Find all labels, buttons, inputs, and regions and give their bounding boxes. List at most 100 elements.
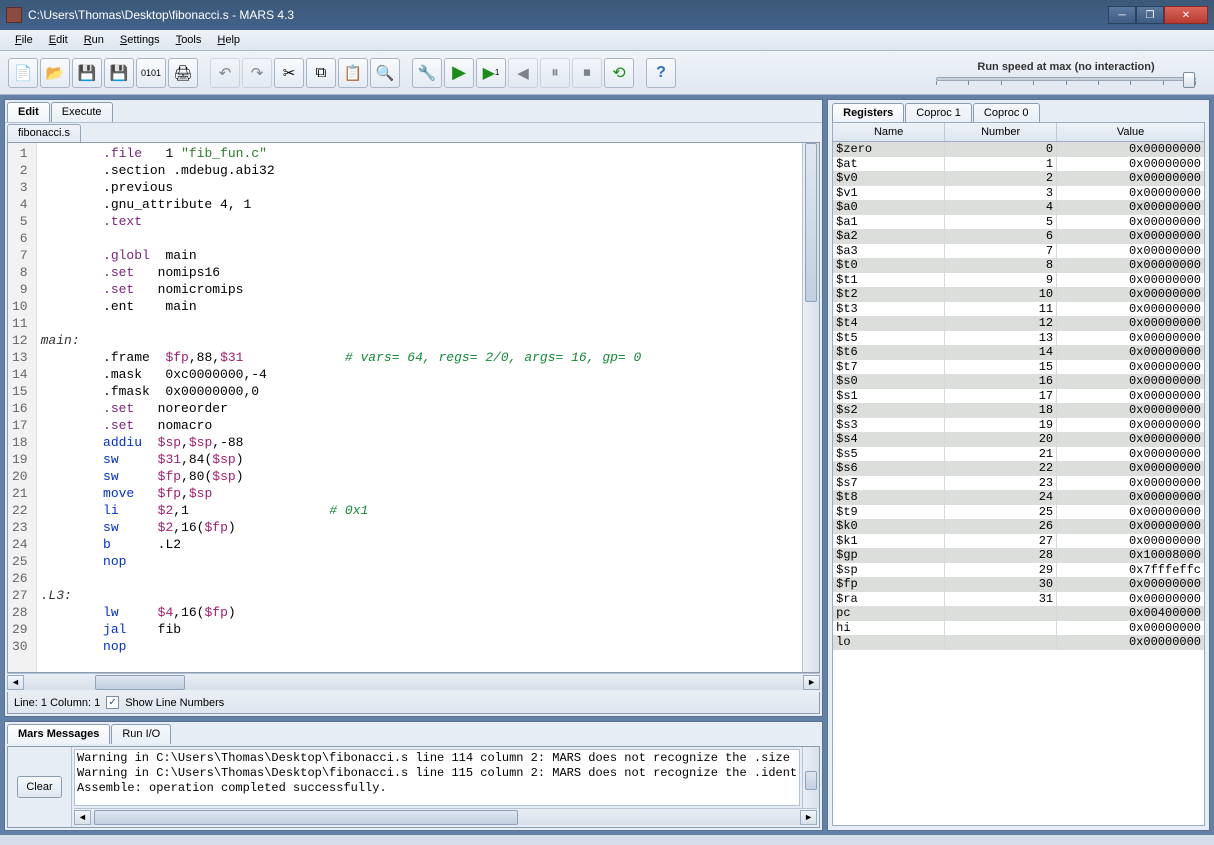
tab-edit[interactable]: Edit [7,102,50,122]
register-row[interactable]: $t6140x00000000 [833,345,1204,360]
register-row[interactable]: $t7150x00000000 [833,360,1204,375]
help-button[interactable]: ? [646,58,676,88]
register-row[interactable]: $s1170x00000000 [833,389,1204,404]
register-row[interactable]: $k0260x00000000 [833,519,1204,534]
open-file-button[interactable]: 📂 [40,58,70,88]
clear-button[interactable]: Clear [17,776,61,798]
code-editor[interactable]: 1 2 3 4 5 6 7 8 9 10 11 12 13 14 15 16 1… [8,143,819,672]
messages-hscroll[interactable]: ◄ ► [74,808,817,825]
register-row[interactable]: $s4200x00000000 [833,432,1204,447]
register-row[interactable]: $fp300x00000000 [833,577,1204,592]
vscroll-thumb[interactable] [805,143,817,302]
register-row[interactable]: $sp290x7fffeffc [833,563,1204,578]
register-row[interactable]: $t9250x00000000 [833,505,1204,520]
code-text[interactable]: .file 1 "fib_fun.c" .section .mdebug.abi… [37,143,803,672]
register-row[interactable]: $a260x00000000 [833,229,1204,244]
register-row[interactable]: $v020x00000000 [833,171,1204,186]
file-tab[interactable]: fibonacci.s [7,124,81,142]
redo-button[interactable]: ↷ [242,58,272,88]
print-button[interactable]: 🖨 [168,58,198,88]
hscroll-thumb[interactable] [95,675,185,690]
register-row[interactable]: $t2100x00000000 [833,287,1204,302]
line-gutter: 1 2 3 4 5 6 7 8 9 10 11 12 13 14 15 16 1… [8,143,37,672]
message-text[interactable]: Warning in C:\Users\Thomas\Desktop\fibon… [74,749,800,806]
save-button[interactable]: 💾 [72,58,102,88]
save-as-button[interactable]: 💾 [104,58,134,88]
cut-button[interactable]: ✂ [274,58,304,88]
register-row[interactable]: hi0x00000000 [833,621,1204,636]
register-row[interactable]: $v130x00000000 [833,186,1204,201]
register-row[interactable]: $s5210x00000000 [833,447,1204,462]
run-button[interactable]: ▶ [444,58,474,88]
register-row[interactable]: $gp280x10008000 [833,548,1204,563]
minimize-button[interactable]: ─ [1108,6,1136,24]
stop-button[interactable]: ⏹ [572,58,602,88]
hscroll-right[interactable]: ► [803,675,820,690]
hscroll-left[interactable]: ◄ [7,675,24,690]
tab-registers[interactable]: Registers [832,103,904,122]
tab-coproc0[interactable]: Coproc 0 [973,103,1040,122]
msg-hscroll-thumb[interactable] [94,810,518,825]
run-step-button[interactable]: ▶1 [476,58,506,88]
slider-thumb[interactable] [1183,72,1195,88]
undo-button[interactable]: ↶ [210,58,240,88]
editor-panel: Edit Execute fibonacci.s 1 2 3 4 5 6 7 8… [4,99,823,717]
register-row[interactable]: $zero00x00000000 [833,142,1204,157]
menu-tools[interactable]: Tools [169,32,209,48]
registers-panel: Registers Coproc 1 Coproc 0 Name Number … [827,99,1210,831]
show-line-numbers-checkbox[interactable]: ✓ [106,696,119,709]
maximize-button[interactable]: ❐ [1136,6,1164,24]
register-row[interactable]: $ra310x00000000 [833,592,1204,607]
tab-execute[interactable]: Execute [51,102,113,122]
messages-vscroll[interactable] [802,747,819,808]
col-name[interactable]: Name [833,123,945,141]
find-button[interactable]: 🔍 [370,58,400,88]
dump-memory-button[interactable]: 0101 [136,58,166,88]
messages-panel: Mars Messages Run I/O Clear Warning in C… [4,721,823,831]
register-row[interactable]: lo0x00000000 [833,635,1204,650]
msg-vscroll-thumb[interactable] [805,771,817,789]
close-button[interactable]: ✕ [1164,6,1208,24]
assemble-button[interactable]: 🔧 [412,58,442,88]
register-row[interactable]: $t8240x00000000 [833,490,1204,505]
register-row[interactable]: $t190x00000000 [833,273,1204,288]
step-back-button[interactable]: ◀ [508,58,538,88]
register-row[interactable]: $s7230x00000000 [833,476,1204,491]
msg-hscroll-left[interactable]: ◄ [74,810,91,825]
run-speed-slider[interactable] [936,77,1196,81]
register-table[interactable]: $zero00x00000000$at10x00000000$v020x0000… [832,142,1205,826]
menu-file[interactable]: File [8,32,40,48]
register-row[interactable]: $t5130x00000000 [833,331,1204,346]
menu-run[interactable]: Run [77,32,111,48]
register-row[interactable]: $t080x00000000 [833,258,1204,273]
register-row[interactable]: $at10x00000000 [833,157,1204,172]
menu-edit[interactable]: Edit [42,32,75,48]
menu-settings[interactable]: Settings [113,32,167,48]
copy-button[interactable]: ⧉ [306,58,336,88]
reset-button[interactable]: ⟲ [604,58,634,88]
register-row[interactable]: $a150x00000000 [833,215,1204,230]
paste-button[interactable]: 📋 [338,58,368,88]
register-row[interactable]: $a040x00000000 [833,200,1204,215]
register-row[interactable]: $a370x00000000 [833,244,1204,259]
register-row[interactable]: $s3190x00000000 [833,418,1204,433]
titlebar: C:\Users\Thomas\Desktop\fibonacci.s - MA… [0,0,1214,30]
new-file-button[interactable]: 📄 [8,58,38,88]
register-row[interactable]: $t4120x00000000 [833,316,1204,331]
tab-mars-messages[interactable]: Mars Messages [7,724,110,744]
register-row[interactable]: $k1270x00000000 [833,534,1204,549]
register-row[interactable]: $t3110x00000000 [833,302,1204,317]
register-row[interactable]: $s6220x00000000 [833,461,1204,476]
tab-coproc1[interactable]: Coproc 1 [905,103,972,122]
register-row[interactable]: $s2180x00000000 [833,403,1204,418]
register-row[interactable]: pc0x00400000 [833,606,1204,621]
register-row[interactable]: $s0160x00000000 [833,374,1204,389]
menu-help[interactable]: Help [210,32,247,48]
col-number[interactable]: Number [945,123,1057,141]
tab-run-io[interactable]: Run I/O [111,724,171,744]
editor-hscroll[interactable]: ◄ ► [7,673,820,690]
msg-hscroll-right[interactable]: ► [800,810,817,825]
col-value[interactable]: Value [1057,123,1204,141]
editor-vscroll[interactable] [802,143,819,672]
pause-button[interactable]: ⏸ [540,58,570,88]
